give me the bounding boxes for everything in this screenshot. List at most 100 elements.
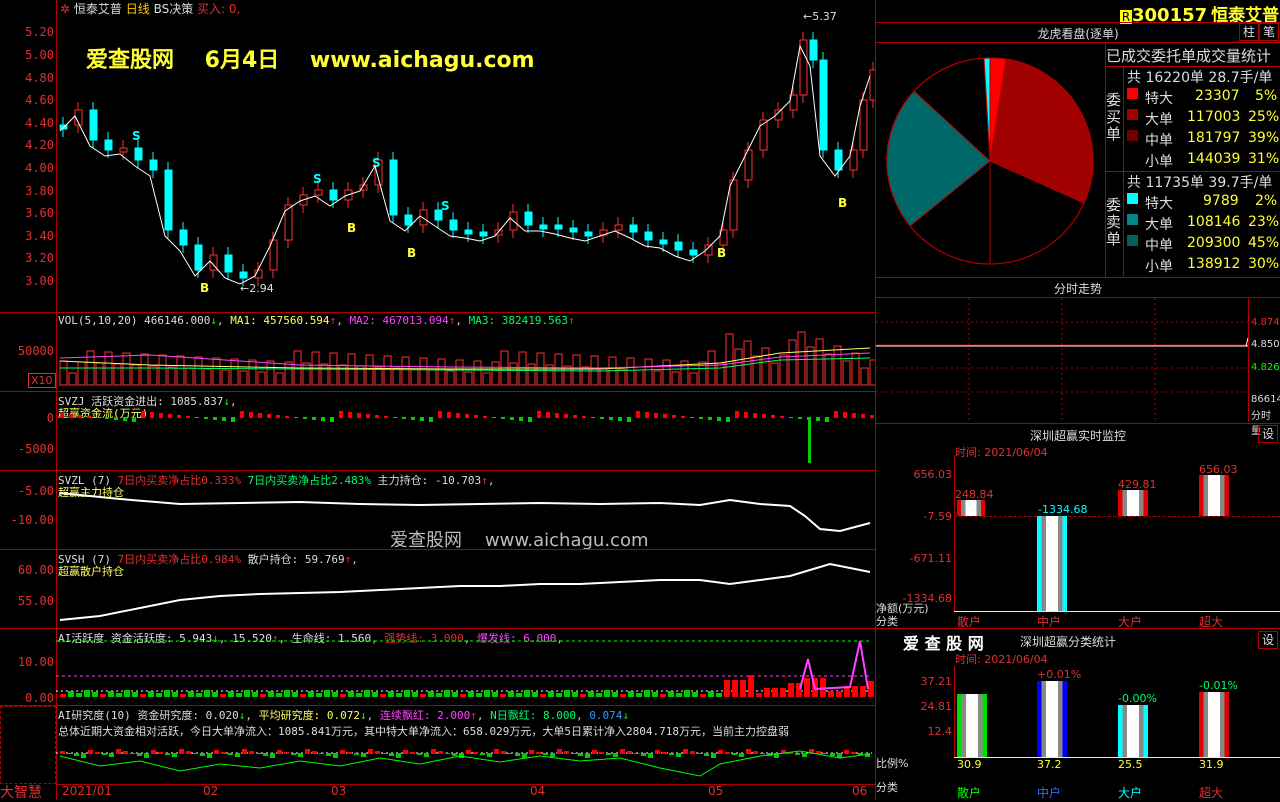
activity-bar — [372, 692, 378, 697]
activity-bar — [716, 693, 722, 697]
research-bar — [326, 753, 331, 756]
flow-bar — [870, 415, 874, 418]
candle-body — [224, 254, 233, 273]
activity-bar — [508, 691, 514, 697]
research-bar — [487, 753, 492, 757]
flow-bar — [348, 412, 352, 418]
research-bar — [263, 753, 268, 756]
activity-bar — [852, 686, 858, 697]
volume-bar — [212, 357, 221, 386]
flow-bar — [861, 414, 865, 418]
research-bar — [179, 749, 184, 754]
tick-mode-button[interactable]: 笔 — [1259, 23, 1279, 41]
candlestick-chart[interactable]: BBB BBSSSS — [0, 0, 875, 312]
flow-bar — [150, 412, 154, 418]
candle-body — [819, 59, 828, 151]
volume-bar — [689, 372, 698, 386]
activity-bar — [788, 683, 794, 697]
volume-bar — [59, 360, 68, 386]
class-value: 37.2 — [1037, 758, 1062, 771]
class-change: -0.00% — [1118, 692, 1157, 705]
research-bar — [508, 753, 513, 754]
activity-bar — [340, 694, 346, 697]
flow-bar — [537, 411, 541, 418]
flow-bar — [411, 417, 415, 420]
research-bar — [151, 750, 156, 754]
volume-bar — [491, 361, 500, 386]
flow-bar — [591, 417, 595, 418]
volume-bar — [842, 360, 851, 386]
class-settings-button[interactable]: 设 — [1258, 631, 1278, 649]
research-bar — [375, 751, 380, 754]
activity-bar — [292, 692, 298, 697]
flow-bar — [303, 417, 307, 419]
activity-bar — [804, 678, 810, 697]
bar-mode-button[interactable]: 柱 — [1239, 23, 1259, 41]
flow-bar — [438, 411, 442, 418]
flow-bar — [87, 416, 91, 418]
ai-research-chart — [56, 749, 872, 777]
research-bar — [690, 751, 695, 754]
activity-bar — [188, 691, 194, 697]
sell-label: 委卖单 — [1106, 196, 1122, 248]
activity-bar — [364, 690, 370, 697]
low-marker: ←2.94 — [240, 282, 274, 295]
activity-bar — [252, 692, 258, 697]
flow-bar — [420, 417, 424, 421]
research-bar — [823, 753, 828, 754]
research-bar — [795, 753, 800, 755]
x-tick: 03 — [331, 784, 347, 798]
activity-bar — [76, 693, 82, 697]
flow-bar — [60, 413, 64, 418]
volume-bar — [482, 372, 491, 386]
activity-bar — [236, 693, 242, 697]
flow-bar — [105, 417, 109, 419]
class-time: 时间: 2021/06/04 — [955, 653, 1048, 666]
category-label: 中户 — [1037, 786, 1062, 800]
activity-bar — [468, 691, 474, 697]
activity-bar — [676, 693, 682, 697]
research-bar — [200, 753, 205, 756]
flow-bar — [465, 414, 469, 418]
activity-bar — [604, 690, 610, 697]
sell-row: 中单 209300 45% — [1125, 233, 1280, 254]
activity-bar — [708, 691, 714, 697]
research-bar — [102, 753, 107, 755]
monitor-title: 深圳超赢实时监控 — [1029, 429, 1126, 443]
activity-bar — [660, 694, 666, 697]
flow-bar — [681, 416, 685, 418]
monitor-settings-button[interactable]: 设 — [1258, 425, 1278, 443]
activity-bar — [308, 691, 314, 697]
class-bar — [957, 694, 987, 757]
intraday-tick: 4.826 — [1251, 362, 1280, 373]
flow-bar — [231, 417, 235, 422]
sell-total: 共 11735单 39.7手/单 — [1127, 175, 1273, 191]
candle-body — [329, 189, 338, 201]
volume-bar — [401, 356, 410, 386]
intraday-tick: 86614 — [1251, 394, 1280, 405]
monitor-tick: -671.11 — [909, 552, 952, 565]
flow-bar — [492, 417, 496, 418]
volume-bar — [725, 333, 734, 386]
activity-bar — [748, 675, 754, 697]
volume-bar — [806, 346, 815, 386]
research-bar — [81, 753, 86, 758]
research-bar — [228, 753, 233, 755]
research-bar — [725, 752, 730, 754]
volume-bar — [770, 362, 779, 386]
volume-bar — [446, 370, 455, 386]
activity-bar — [100, 694, 106, 697]
volume-bar — [518, 351, 527, 386]
candle-body — [859, 99, 868, 151]
candle-body — [164, 169, 173, 231]
volume-bar — [419, 357, 428, 386]
flow-bar — [69, 414, 73, 418]
research-bar — [732, 753, 737, 755]
intraday-chart[interactable] — [876, 298, 1248, 422]
research-bar — [501, 751, 506, 754]
volume-bar — [617, 368, 626, 386]
research-bar — [305, 749, 310, 754]
flow-bar — [834, 411, 838, 418]
activity-bar — [596, 693, 602, 697]
research-bar — [396, 753, 401, 758]
